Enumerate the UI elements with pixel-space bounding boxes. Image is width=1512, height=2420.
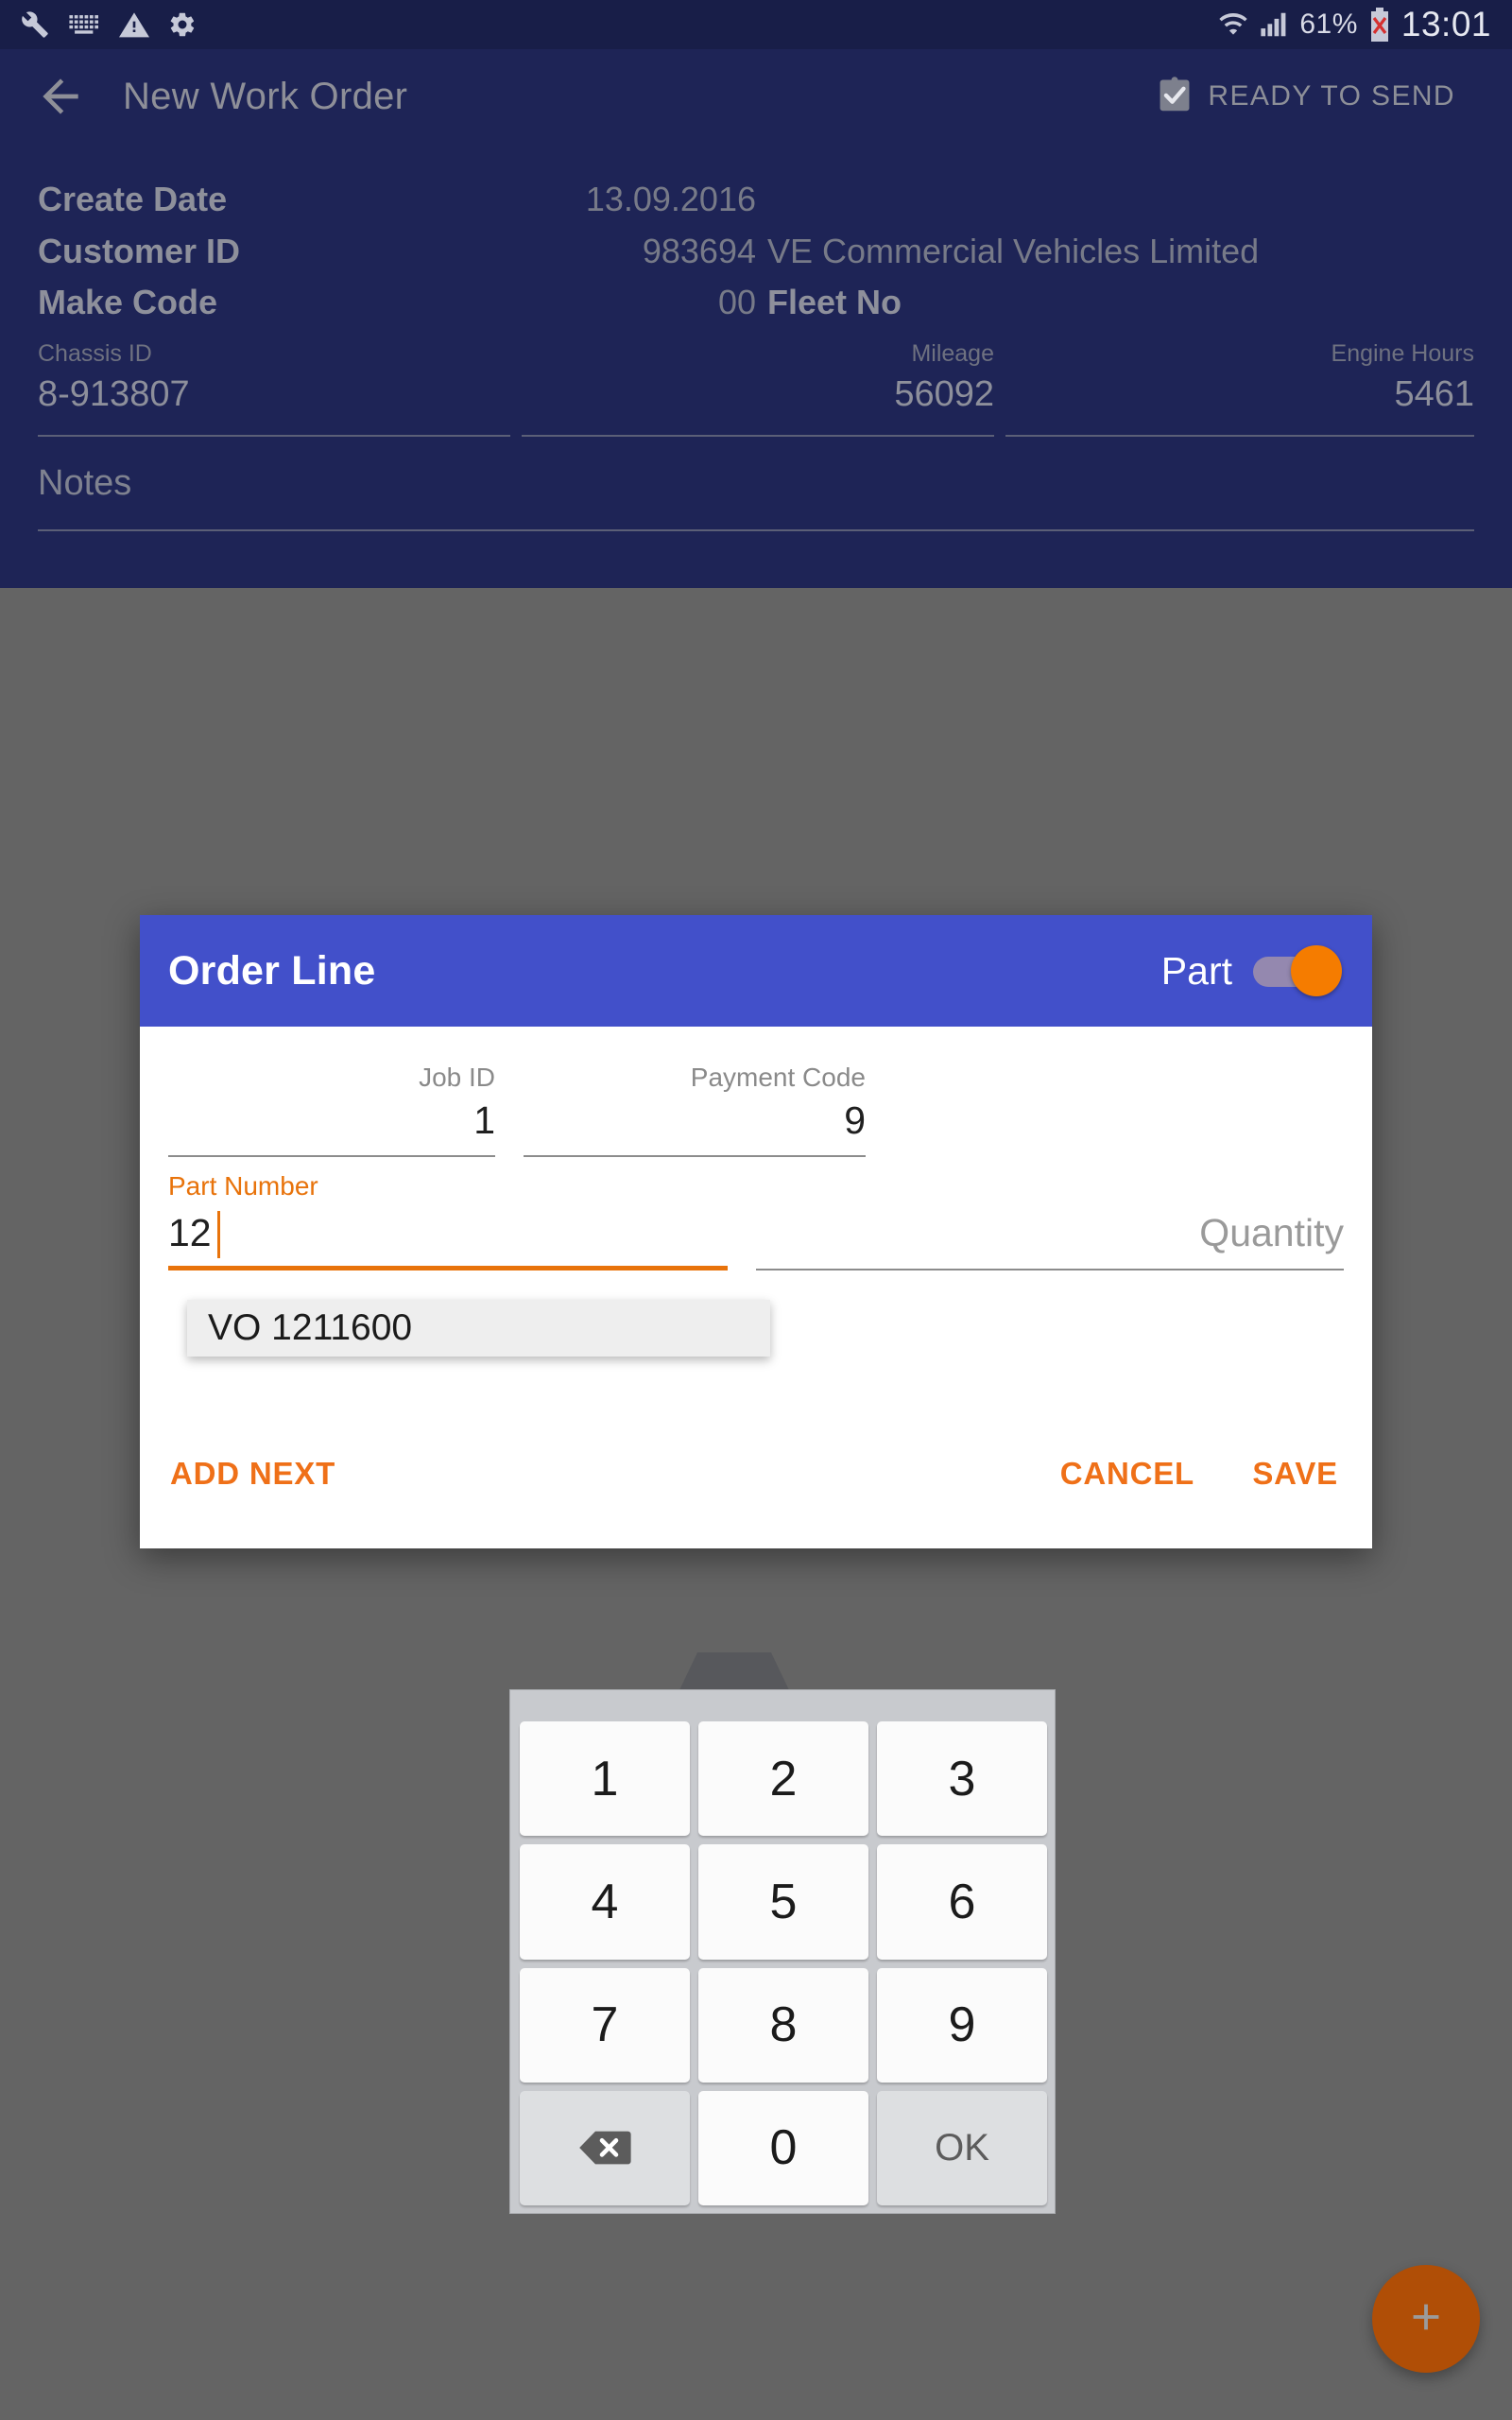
chassis-id-underline bbox=[38, 435, 510, 437]
key-5[interactable]: 5 bbox=[698, 1844, 868, 1960]
payment-code-label: Payment Code bbox=[690, 1063, 866, 1092]
customer-name-value: VE Commercial Vehicles Limited bbox=[767, 232, 1260, 270]
job-id-underline bbox=[168, 1155, 495, 1157]
app-screen: 61% 13:01 New Work Order READY TO SEND C… bbox=[0, 0, 1512, 2420]
key-4[interactable]: 4 bbox=[520, 1844, 690, 1960]
chassis-id-label: Chassis ID bbox=[38, 340, 152, 367]
status-bar-right-group: 61% 13:01 bbox=[1218, 5, 1491, 44]
key-9[interactable]: 9 bbox=[877, 1967, 1047, 2083]
key-2[interactable]: 2 bbox=[698, 1721, 868, 1837]
engine-hours-value: 5461 bbox=[1394, 374, 1474, 414]
gear-icon bbox=[168, 10, 197, 39]
app-bar: New Work Order READY TO SEND bbox=[0, 49, 1512, 144]
payment-code-value: 9 bbox=[844, 1098, 866, 1142]
cancel-button[interactable]: CANCEL bbox=[1060, 1456, 1194, 1492]
wrench-icon bbox=[21, 10, 49, 39]
plus-icon bbox=[1404, 2295, 1448, 2343]
keyboard-icon bbox=[68, 12, 100, 37]
backspace-icon[interactable] bbox=[520, 2090, 690, 2205]
key-3[interactable]: 3 bbox=[877, 1721, 1047, 1837]
key-0[interactable]: 0 bbox=[698, 2090, 868, 2205]
back-arrow-icon[interactable] bbox=[34, 70, 87, 123]
part-number-value: 12 bbox=[168, 1211, 212, 1254]
dialog-title: Order Line bbox=[168, 947, 376, 994]
keyboard-drag-handle[interactable] bbox=[679, 1652, 790, 1692]
ready-to-send-label: READY TO SEND bbox=[1208, 80, 1455, 112]
engine-hours-label: Engine Hours bbox=[1331, 340, 1474, 367]
cellular-signal-icon bbox=[1260, 11, 1288, 38]
part-toggle-label: Part bbox=[1160, 948, 1232, 993]
add-next-button[interactable]: ADD NEXT bbox=[170, 1456, 335, 1492]
clipboard-check-icon bbox=[1157, 76, 1193, 118]
customer-id-value: 983694 bbox=[642, 232, 756, 270]
notes-placeholder: Notes bbox=[38, 463, 132, 503]
wifi-icon bbox=[1218, 9, 1248, 40]
create-date-value: 13.09.2016 bbox=[585, 180, 756, 218]
quantity-placeholder: Quantity bbox=[1199, 1211, 1344, 1254]
toggle-thumb bbox=[1291, 945, 1342, 996]
mileage-underline bbox=[522, 435, 994, 437]
job-id-label: Job ID bbox=[419, 1063, 495, 1092]
autocomplete-dropdown[interactable]: VO 1211600 bbox=[187, 1300, 770, 1357]
dialog-header: Order Line Part bbox=[140, 915, 1372, 1027]
page-title: New Work Order bbox=[123, 75, 408, 117]
key-7[interactable]: 7 bbox=[520, 1967, 690, 2083]
work-order-header-form: Create Date 13.09.2016 Customer ID 98369… bbox=[0, 144, 1512, 588]
create-date-label: Create Date bbox=[38, 180, 228, 218]
dialog-actions: ADD NEXT CANCEL SAVE bbox=[140, 1435, 1372, 1548]
fleet-no-label: Fleet No bbox=[767, 283, 902, 321]
table-row: Make Code 00 Fleet No bbox=[0, 283, 1512, 336]
mileage-label: Mileage bbox=[911, 340, 994, 367]
part-number-underline bbox=[168, 1266, 728, 1270]
key-1[interactable]: 1 bbox=[520, 1721, 690, 1837]
key-ok[interactable]: OK bbox=[877, 2090, 1047, 2205]
part-number-label: Part Number bbox=[168, 1171, 318, 1201]
customer-id-label: Customer ID bbox=[38, 232, 241, 270]
make-code-value: 00 bbox=[717, 283, 756, 321]
chassis-id-value: 8-913807 bbox=[38, 374, 190, 414]
part-toggle-switch[interactable] bbox=[1253, 945, 1344, 996]
table-row: Customer ID 983694 VE Commercial Vehicle… bbox=[0, 232, 1512, 285]
ready-to-send-status[interactable]: READY TO SEND bbox=[1157, 76, 1478, 118]
numeric-keypad: 1 2 3 4 5 6 7 8 9 0 OK bbox=[509, 1689, 1056, 2214]
save-button[interactable]: SAVE bbox=[1252, 1456, 1338, 1492]
text-caret bbox=[217, 1211, 220, 1258]
dialog-body: Job ID 1 Payment Code 9 Part Number 12 Q… bbox=[140, 1027, 1372, 1548]
keypad-grid: 1 2 3 4 5 6 7 8 9 0 OK bbox=[510, 1712, 1057, 2215]
order-line-dialog: Order Line Part Job ID 1 Payment Code 9 bbox=[140, 915, 1372, 1548]
key-8[interactable]: 8 bbox=[698, 1967, 868, 2083]
make-code-label: Make Code bbox=[38, 283, 218, 321]
engine-hours-underline bbox=[1005, 435, 1474, 437]
status-bar: 61% 13:01 bbox=[0, 0, 1512, 49]
clock-label: 13:01 bbox=[1400, 5, 1491, 43]
key-6[interactable]: 6 bbox=[877, 1844, 1047, 1960]
battery-error-icon bbox=[1369, 8, 1390, 42]
notes-underline bbox=[38, 529, 1474, 531]
payment-code-underline bbox=[524, 1155, 866, 1157]
list-item[interactable]: VO 1211600 bbox=[208, 1307, 412, 1349]
battery-percent-label: 61% bbox=[1299, 9, 1358, 40]
part-toggle-group[interactable]: Part bbox=[1161, 945, 1344, 996]
table-row: Create Date 13.09.2016 bbox=[0, 180, 1512, 233]
warning-icon bbox=[119, 11, 149, 38]
job-id-value: 1 bbox=[473, 1098, 495, 1142]
add-floating-action-button[interactable] bbox=[1372, 2265, 1480, 2373]
mileage-value: 56092 bbox=[894, 374, 994, 414]
status-bar-left-icons bbox=[21, 10, 197, 39]
quantity-underline bbox=[756, 1269, 1344, 1270]
